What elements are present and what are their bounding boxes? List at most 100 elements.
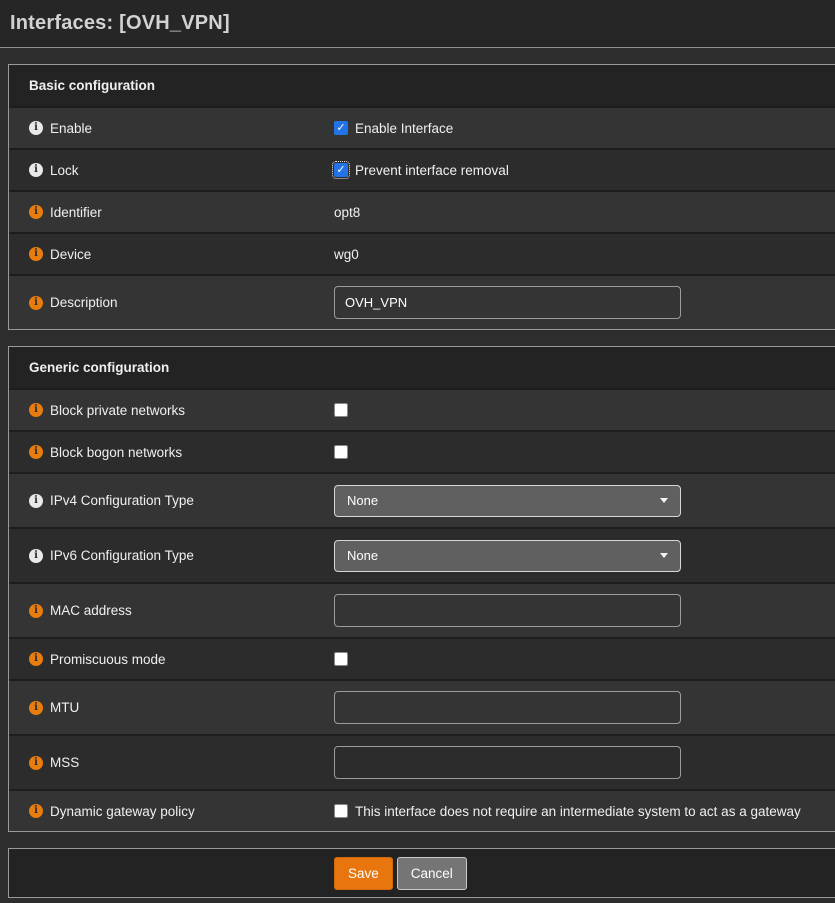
- form-row-lock: i Lock Prevent interface removal: [9, 148, 835, 190]
- field-label-description: Description: [50, 295, 118, 310]
- control-cell-dynamic-gateway-policy: This interface does not require an inter…: [334, 804, 835, 819]
- mtu-input[interactable]: [334, 691, 681, 724]
- form-row-block-private-networks: i Block private networks: [9, 388, 835, 430]
- control-cell-block-private-networks: [334, 403, 835, 417]
- checkbox-label-lock: Prevent interface removal: [355, 163, 509, 178]
- control-cell-promiscuous-mode: [334, 652, 835, 666]
- mac-address-input[interactable]: [334, 594, 681, 627]
- label-cell-block-private-networks: i Block private networks: [9, 403, 334, 418]
- label-cell-lock: i Lock: [9, 163, 334, 178]
- info-orange-icon[interactable]: i: [29, 652, 43, 666]
- info-orange-icon[interactable]: i: [29, 804, 43, 818]
- control-cell-ipv4-configuration-type: None: [334, 485, 835, 517]
- label-cell-description: i Description: [9, 295, 334, 310]
- field-label-promiscuous-mode: Promiscuous mode: [50, 652, 166, 667]
- control-cell-block-bogon-networks: [334, 445, 835, 459]
- label-cell-dynamic-gateway-policy: i Dynamic gateway policy: [9, 804, 334, 819]
- field-label-block-private-networks: Block private networks: [50, 403, 185, 418]
- field-label-ipv6-configuration-type: IPv6 Configuration Type: [50, 548, 194, 563]
- control-cell-device: wg0: [334, 247, 835, 262]
- panel-actions: Save Cancel: [8, 848, 835, 898]
- label-cell-enable: i Enable: [9, 121, 334, 136]
- field-label-identifier: Identifier: [50, 205, 102, 220]
- form-row-promiscuous-mode: i Promiscuous mode: [9, 637, 835, 679]
- panel-basic-configuration: Basic configuration i Enable Enable Interfa…: [8, 64, 835, 330]
- field-label-mac-address: MAC address: [50, 603, 132, 618]
- promiscuous-mode-checkbox[interactable]: [334, 652, 348, 666]
- form-row-ipv6-configuration-type: i IPv6 Configuration Type None: [9, 527, 835, 582]
- form-row-mss: i MSS: [9, 734, 835, 789]
- label-cell-identifier: i Identifier: [9, 205, 334, 220]
- info-white-icon[interactable]: i: [29, 549, 43, 563]
- mss-input[interactable]: [334, 746, 681, 779]
- checkbox-label-dynamic-gateway-policy: This interface does not require an inter…: [355, 804, 801, 819]
- form-row-identifier: i Identifier opt8: [9, 190, 835, 232]
- control-cell-lock: Prevent interface removal: [334, 163, 835, 178]
- ipv6-configuration-type-select[interactable]: None: [334, 540, 681, 572]
- field-label-block-bogon-networks: Block bogon networks: [50, 445, 182, 460]
- info-white-icon[interactable]: i: [29, 494, 43, 508]
- info-orange-icon[interactable]: i: [29, 247, 43, 261]
- form-row-mac-address: i MAC address: [9, 582, 835, 637]
- enable-checkbox[interactable]: [334, 121, 348, 135]
- cancel-button[interactable]: Cancel: [397, 857, 467, 890]
- selected-value-ipv4-configuration-type: None: [347, 493, 378, 508]
- info-white-icon[interactable]: i: [29, 163, 43, 177]
- field-label-mtu: MTU: [50, 700, 79, 715]
- block-private-networks-checkbox[interactable]: [334, 403, 348, 417]
- info-white-icon[interactable]: i: [29, 121, 43, 135]
- description-input[interactable]: [334, 286, 681, 319]
- label-cell-device: iDevice: [9, 247, 334, 262]
- form-row-mtu: i MTU: [9, 679, 835, 734]
- save-button[interactable]: Save: [334, 857, 393, 890]
- info-orange-icon[interactable]: i: [29, 445, 43, 459]
- chevron-down-icon: [660, 498, 668, 503]
- field-label-lock: Lock: [50, 163, 79, 178]
- checkbox-label-enable: Enable Interface: [355, 121, 453, 136]
- control-cell-enable: Enable Interface: [334, 121, 835, 136]
- field-label-dynamic-gateway-policy: Dynamic gateway policy: [50, 804, 195, 819]
- label-cell-mss: i MSS: [9, 755, 334, 770]
- info-orange-icon[interactable]: i: [29, 296, 43, 310]
- label-cell-ipv4-configuration-type: i IPv4 Configuration Type: [9, 493, 334, 508]
- section-title-generic-configuration: Generic configuration: [9, 347, 835, 388]
- info-orange-icon[interactable]: i: [29, 701, 43, 715]
- field-value-device: wg0: [334, 247, 359, 262]
- label-cell-block-bogon-networks: i Block bogon networks: [9, 445, 334, 460]
- control-cell-description: [334, 286, 835, 319]
- control-cell-ipv6-configuration-type: None: [334, 540, 835, 572]
- form-row-dynamic-gateway-policy: i Dynamic gateway policy This interface do…: [9, 789, 835, 831]
- page-title: Interfaces: [OVH_VPN]: [0, 12, 230, 35]
- form-row-block-bogon-networks: i Block bogon networks: [9, 430, 835, 472]
- control-cell-identifier: opt8: [334, 205, 835, 220]
- ipv4-configuration-type-select[interactable]: None: [334, 485, 681, 517]
- block-bogon-networks-checkbox[interactable]: [334, 445, 348, 459]
- form-row-enable: i Enable Enable Interface: [9, 106, 835, 148]
- control-cell-mtu: [334, 691, 835, 724]
- panel-generic-configuration: Generic configuration i Block private netw…: [8, 346, 835, 832]
- dynamic-gateway-policy-checkbox[interactable]: [334, 804, 348, 818]
- info-orange-icon[interactable]: i: [29, 205, 43, 219]
- label-cell-promiscuous-mode: i Promiscuous mode: [9, 652, 334, 667]
- selected-value-ipv6-configuration-type: None: [347, 548, 378, 563]
- label-cell-mac-address: i MAC address: [9, 603, 334, 618]
- section-title-basic-configuration: Basic configuration: [9, 65, 835, 106]
- form-row-device: iDevicewg0: [9, 232, 835, 274]
- content: Basic configuration i Enable Enable Interfa…: [0, 48, 835, 898]
- lock-checkbox[interactable]: [334, 163, 348, 177]
- chevron-down-icon: [660, 553, 668, 558]
- field-label-enable: Enable: [50, 121, 92, 136]
- form-row-ipv4-configuration-type: i IPv4 Configuration Type None: [9, 472, 835, 527]
- field-value-identifier: opt8: [334, 205, 360, 220]
- control-cell-mac-address: [334, 594, 835, 627]
- control-cell-mss: [334, 746, 835, 779]
- field-label-ipv4-configuration-type: IPv4 Configuration Type: [50, 493, 194, 508]
- field-label-mss: MSS: [50, 755, 79, 770]
- label-cell-mtu: i MTU: [9, 700, 334, 715]
- info-orange-icon[interactable]: i: [29, 756, 43, 770]
- page-header: Interfaces: [OVH_VPN]: [0, 0, 835, 48]
- info-orange-icon[interactable]: i: [29, 403, 43, 417]
- form-row-description: i Description: [9, 274, 835, 329]
- info-orange-icon[interactable]: i: [29, 604, 43, 618]
- label-cell-ipv6-configuration-type: i IPv6 Configuration Type: [9, 548, 334, 563]
